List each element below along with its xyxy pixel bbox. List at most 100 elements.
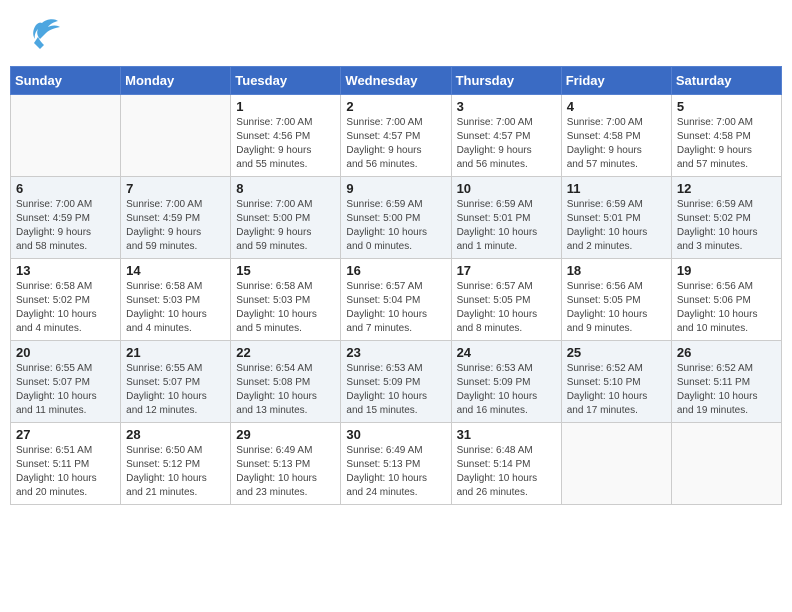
calendar-cell: 1 Sunrise: 7:00 AM Sunset: 4:56 PM Daylig…	[231, 95, 341, 177]
day-number: 27	[16, 427, 115, 442]
day-info: Sunrise: 6:50 AM Sunset: 5:12 PM Dayligh…	[126, 444, 225, 500]
day-info: Sunrise: 6:53 AM Sunset: 5:09 PM Dayligh…	[457, 362, 556, 418]
calendar-cell: 11 Sunrise: 6:59 AM Sunset: 5:01 PM Dayli…	[561, 177, 671, 259]
calendar-cell: 12 Sunrise: 6:59 AM Sunset: 5:02 PM Dayli…	[671, 177, 781, 259]
calendar-cell: 19Sunrise: 6:56 AM Sunset: 5:06 PM Dayli…	[671, 259, 781, 341]
day-info: Sunrise: 6:59 AM Sunset: 5:02 PM Dayligh…	[677, 198, 776, 254]
day-number: 10	[457, 181, 556, 196]
day-number: 31	[457, 427, 556, 442]
calendar-cell: 3 Sunrise: 7:00 AM Sunset: 4:57 PM Daylig…	[451, 95, 561, 177]
day-info: Sunrise: 6:48 AM Sunset: 5:14 PM Dayligh…	[457, 444, 556, 500]
day-number: 19	[677, 263, 776, 278]
weekday-header-friday: Friday	[561, 67, 671, 95]
day-info: Sunrise: 6:54 AM Sunset: 5:08 PM Dayligh…	[236, 362, 335, 418]
day-number: 2	[346, 99, 445, 114]
calendar-week-5: 27 Sunrise: 6:51 AM Sunset: 5:11 PM Dayli…	[11, 423, 782, 505]
weekday-header-monday: Monday	[121, 67, 231, 95]
day-number: 4	[567, 99, 666, 114]
calendar-cell: 2 Sunrise: 7:00 AM Sunset: 4:57 PM Daylig…	[341, 95, 451, 177]
day-info: Sunrise: 7:00 AM Sunset: 4:57 PM Dayligh…	[457, 116, 556, 172]
day-number: 1	[236, 99, 335, 114]
day-info: Sunrise: 6:56 AM Sunset: 5:05 PM Dayligh…	[567, 280, 666, 336]
day-number: 15	[236, 263, 335, 278]
calendar-cell: 4 Sunrise: 7:00 AM Sunset: 4:58 PM Daylig…	[561, 95, 671, 177]
day-number: 9	[346, 181, 445, 196]
calendar-cell: 7Sunrise: 7:00 AM Sunset: 4:59 PM Daylig…	[121, 177, 231, 259]
day-info: Sunrise: 7:00 AM Sunset: 4:57 PM Dayligh…	[346, 116, 445, 172]
day-number: 29	[236, 427, 335, 442]
calendar-cell: 26 Sunrise: 6:52 AM Sunset: 5:11 PM Dayli…	[671, 341, 781, 423]
day-number: 22	[236, 345, 335, 360]
day-info: Sunrise: 6:59 AM Sunset: 5:00 PM Dayligh…	[346, 198, 445, 254]
day-number: 25	[567, 345, 666, 360]
day-number: 21	[126, 345, 225, 360]
day-number: 18	[567, 263, 666, 278]
calendar-cell	[11, 95, 121, 177]
day-info: Sunrise: 7:00 AM Sunset: 4:56 PM Dayligh…	[236, 116, 335, 172]
calendar-body: 1 Sunrise: 7:00 AM Sunset: 4:56 PM Daylig…	[11, 95, 782, 505]
calendar-cell: 27 Sunrise: 6:51 AM Sunset: 5:11 PM Dayli…	[11, 423, 121, 505]
calendar-cell: 10 Sunrise: 6:59 AM Sunset: 5:01 PM Dayli…	[451, 177, 561, 259]
day-info: Sunrise: 6:55 AM Sunset: 5:07 PM Dayligh…	[126, 362, 225, 418]
calendar-cell: 9 Sunrise: 6:59 AM Sunset: 5:00 PM Daylig…	[341, 177, 451, 259]
day-info: Sunrise: 6:52 AM Sunset: 5:11 PM Dayligh…	[677, 362, 776, 418]
calendar-cell: 5 Sunrise: 7:00 AM Sunset: 4:58 PM Daylig…	[671, 95, 781, 177]
calendar-cell: 20 Sunrise: 6:55 AM Sunset: 5:07 PM Dayli…	[11, 341, 121, 423]
day-info: Sunrise: 7:00 AM Sunset: 4:58 PM Dayligh…	[567, 116, 666, 172]
calendar-cell: 25 Sunrise: 6:52 AM Sunset: 5:10 PM Dayli…	[561, 341, 671, 423]
calendar-cell: 23 Sunrise: 6:53 AM Sunset: 5:09 PM Dayli…	[341, 341, 451, 423]
day-number: 13	[16, 263, 115, 278]
calendar-cell: 24 Sunrise: 6:53 AM Sunset: 5:09 PM Dayli…	[451, 341, 561, 423]
day-info: Sunrise: 6:55 AM Sunset: 5:07 PM Dayligh…	[16, 362, 115, 418]
day-number: 30	[346, 427, 445, 442]
calendar-week-4: 20 Sunrise: 6:55 AM Sunset: 5:07 PM Dayli…	[11, 341, 782, 423]
day-info: Sunrise: 7:00 AM Sunset: 5:00 PM Dayligh…	[236, 198, 335, 254]
calendar-cell	[561, 423, 671, 505]
day-number: 23	[346, 345, 445, 360]
calendar-cell: 14Sunrise: 6:58 AM Sunset: 5:03 PM Dayli…	[121, 259, 231, 341]
day-info: Sunrise: 6:58 AM Sunset: 5:03 PM Dayligh…	[236, 280, 335, 336]
day-number: 14	[126, 263, 225, 278]
day-number: 12	[677, 181, 776, 196]
day-number: 11	[567, 181, 666, 196]
calendar-cell: 21 Sunrise: 6:55 AM Sunset: 5:07 PM Dayli…	[121, 341, 231, 423]
calendar-cell: 31 Sunrise: 6:48 AM Sunset: 5:14 PM Dayli…	[451, 423, 561, 505]
weekday-header-sunday: Sunday	[11, 67, 121, 95]
calendar-cell: 8Sunrise: 7:00 AM Sunset: 5:00 PM Daylig…	[231, 177, 341, 259]
logo	[20, 15, 62, 53]
day-info: Sunrise: 7:00 AM Sunset: 4:58 PM Dayligh…	[677, 116, 776, 172]
calendar-cell	[121, 95, 231, 177]
calendar-cell: 16Sunrise: 6:57 AM Sunset: 5:04 PM Dayli…	[341, 259, 451, 341]
day-info: Sunrise: 7:00 AM Sunset: 4:59 PM Dayligh…	[126, 198, 225, 254]
logo-icon	[20, 15, 60, 53]
calendar-cell: 28Sunrise: 6:50 AM Sunset: 5:12 PM Dayli…	[121, 423, 231, 505]
calendar-cell: 6Sunrise: 7:00 AM Sunset: 4:59 PM Daylig…	[11, 177, 121, 259]
calendar-cell	[671, 423, 781, 505]
calendar-cell: 18 Sunrise: 6:56 AM Sunset: 5:05 PM Dayli…	[561, 259, 671, 341]
day-info: Sunrise: 6:59 AM Sunset: 5:01 PM Dayligh…	[457, 198, 556, 254]
day-info: Sunrise: 6:59 AM Sunset: 5:01 PM Dayligh…	[567, 198, 666, 254]
day-number: 3	[457, 99, 556, 114]
day-info: Sunrise: 6:57 AM Sunset: 5:04 PM Dayligh…	[346, 280, 445, 336]
calendar-cell: 29 Sunrise: 6:49 AM Sunset: 5:13 PM Dayli…	[231, 423, 341, 505]
calendar-cell: 13 Sunrise: 6:58 AM Sunset: 5:02 PM Dayli…	[11, 259, 121, 341]
calendar-cell: 15 Sunrise: 6:58 AM Sunset: 5:03 PM Dayli…	[231, 259, 341, 341]
day-info: Sunrise: 6:58 AM Sunset: 5:02 PM Dayligh…	[16, 280, 115, 336]
day-info: Sunrise: 6:49 AM Sunset: 5:13 PM Dayligh…	[346, 444, 445, 500]
day-info: Sunrise: 6:53 AM Sunset: 5:09 PM Dayligh…	[346, 362, 445, 418]
day-info: Sunrise: 6:52 AM Sunset: 5:10 PM Dayligh…	[567, 362, 666, 418]
weekday-header-tuesday: Tuesday	[231, 67, 341, 95]
day-info: Sunrise: 7:00 AM Sunset: 4:59 PM Dayligh…	[16, 198, 115, 254]
day-info: Sunrise: 6:51 AM Sunset: 5:11 PM Dayligh…	[16, 444, 115, 500]
day-number: 5	[677, 99, 776, 114]
weekday-header-thursday: Thursday	[451, 67, 561, 95]
calendar-week-2: 6Sunrise: 7:00 AM Sunset: 4:59 PM Daylig…	[11, 177, 782, 259]
day-number: 24	[457, 345, 556, 360]
calendar-table: SundayMondayTuesdayWednesdayThursdayFrid…	[10, 66, 782, 505]
calendar-week-1: 1 Sunrise: 7:00 AM Sunset: 4:56 PM Daylig…	[11, 95, 782, 177]
day-number: 20	[16, 345, 115, 360]
day-number: 17	[457, 263, 556, 278]
calendar-cell: 30 Sunrise: 6:49 AM Sunset: 5:13 PM Dayli…	[341, 423, 451, 505]
day-number: 26	[677, 345, 776, 360]
day-info: Sunrise: 6:49 AM Sunset: 5:13 PM Dayligh…	[236, 444, 335, 500]
